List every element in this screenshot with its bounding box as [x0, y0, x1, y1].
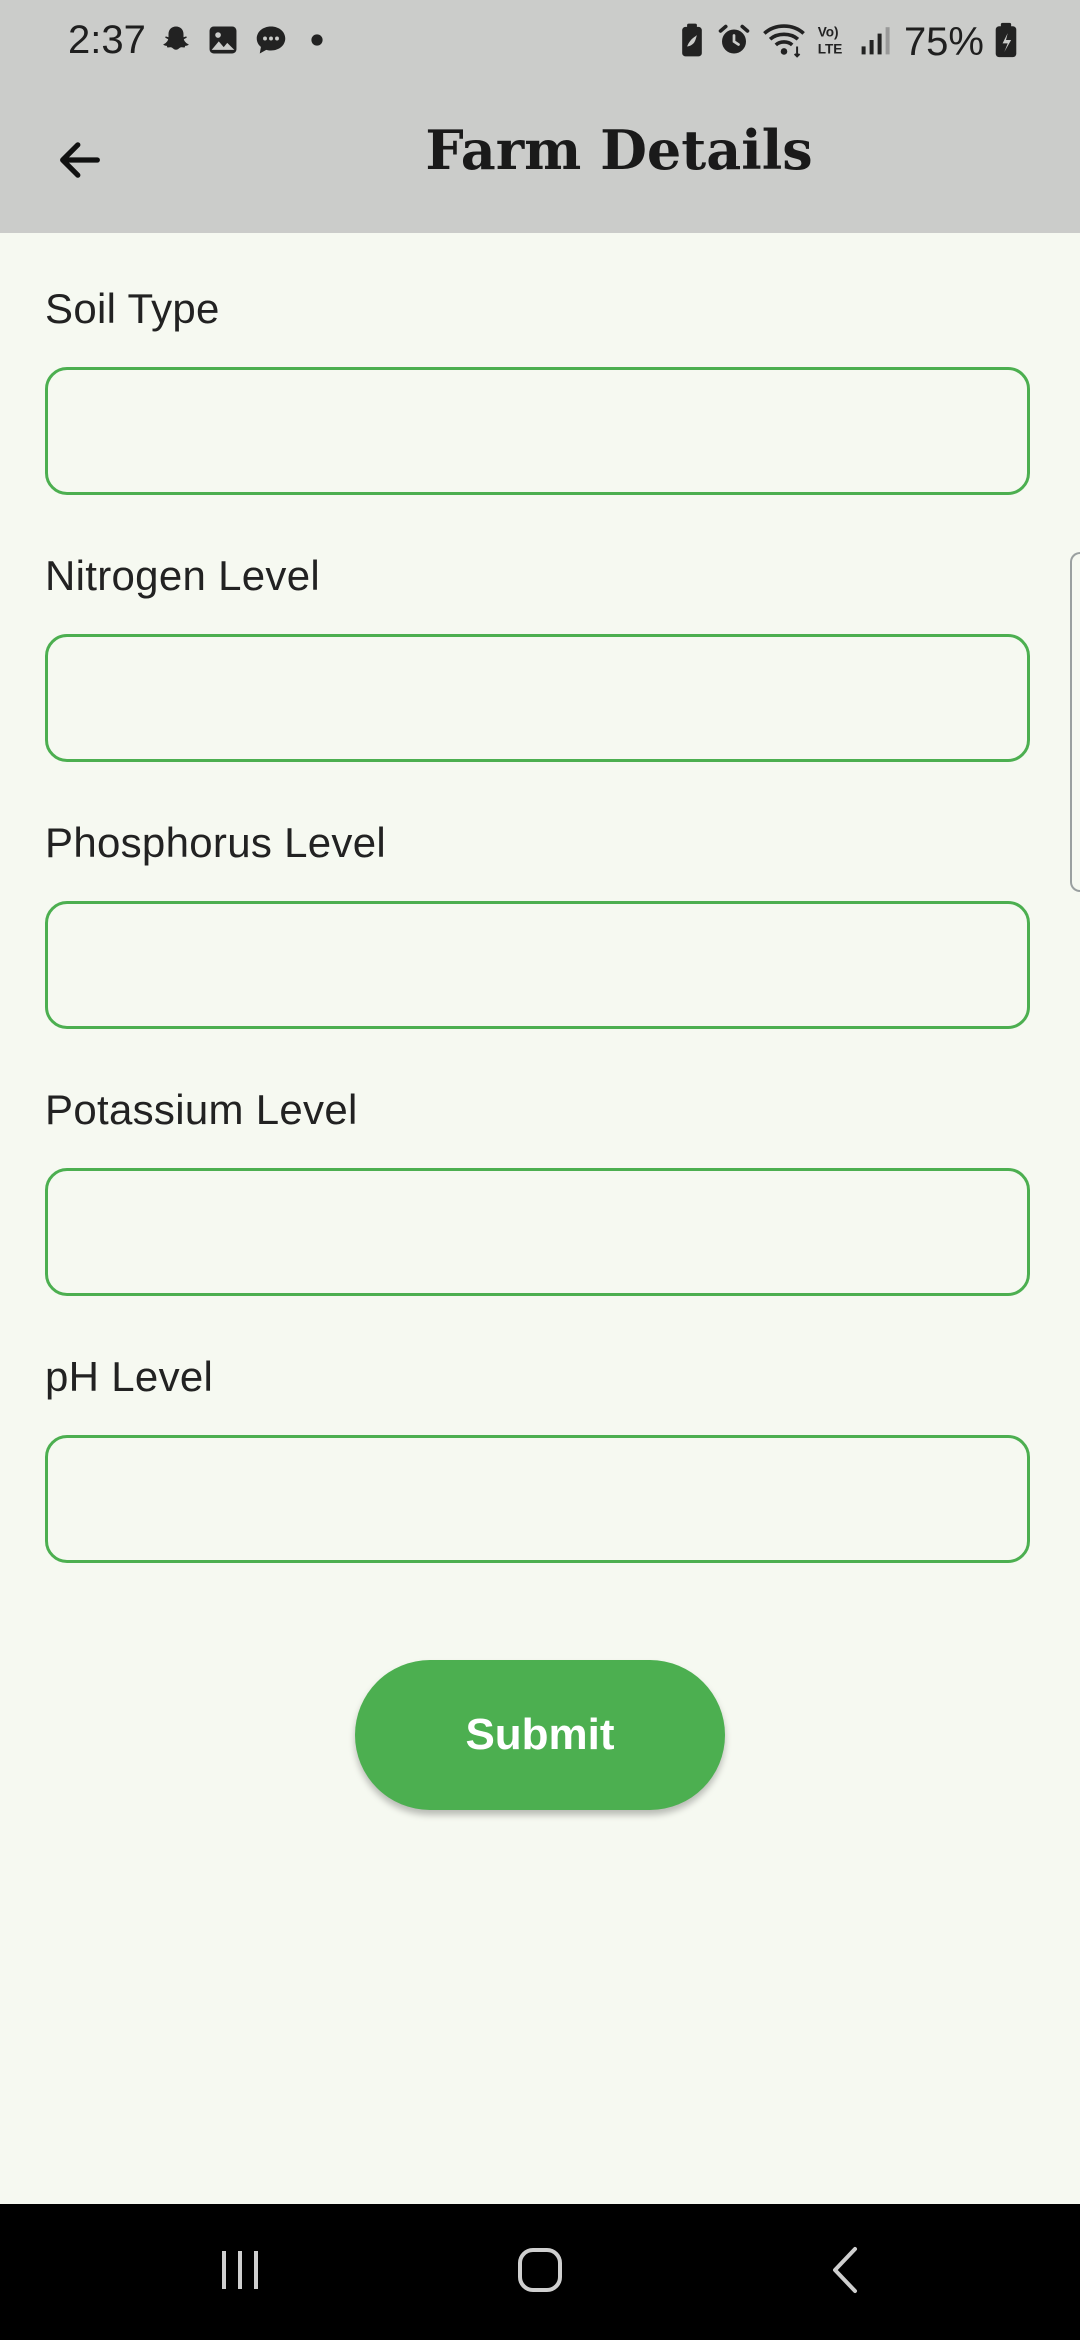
screen: 2:37 Vo) LTE 75% Farm Details Soil Type …: [0, 0, 1080, 2340]
ph-level-label: pH Level: [45, 1353, 214, 1400]
system-status-icons: Vo) LTE 75%: [678, 18, 1018, 66]
signal-icon: [860, 22, 892, 63]
home-icon: [515, 2245, 565, 2300]
recents-icon: [215, 2247, 265, 2298]
navigation-bar: [0, 2204, 1080, 2340]
potassium-level-label: Potassium Level: [45, 1086, 358, 1133]
soil-type-input[interactable]: [45, 367, 1030, 495]
notification-icons: [158, 22, 324, 62]
volte-icon: Vo) LTE: [816, 21, 850, 64]
potassium-level-input[interactable]: [45, 1168, 1030, 1296]
battery-icon: [994, 21, 1018, 64]
status-bar: 2:37 Vo) LTE 75%: [0, 0, 1080, 84]
svg-text:LTE: LTE: [818, 41, 843, 56]
dot-icon: [310, 33, 324, 52]
app-bar: Farm Details: [0, 84, 1080, 233]
phosphorus-level-input[interactable]: [45, 901, 1030, 1029]
status-time: 2:37: [68, 18, 146, 62]
back-icon: [825, 2244, 865, 2301]
message-icon: [252, 22, 290, 63]
recents-button[interactable]: [190, 2224, 290, 2320]
snapchat-icon: [158, 22, 194, 63]
scroll-indicator[interactable]: [1070, 552, 1080, 892]
home-button[interactable]: [490, 2224, 590, 2320]
ph-level-input[interactable]: [45, 1435, 1030, 1563]
wifi-icon: [762, 22, 806, 63]
nitrogen-level-label: Nitrogen Level: [45, 552, 321, 599]
nitrogen-level-input[interactable]: [45, 634, 1030, 762]
soil-type-label: Soil Type: [45, 285, 220, 332]
top-bar: 2:37 Vo) LTE 75% Farm Details: [0, 0, 1080, 233]
page-title: Farm Details: [425, 118, 813, 182]
gallery-icon: [206, 23, 240, 62]
phosphorus-level-label: Phosphorus Level: [45, 819, 387, 866]
battery-percent: 75%: [903, 19, 984, 64]
system-back-button[interactable]: [795, 2224, 895, 2320]
battery-saver-icon: [678, 22, 706, 63]
submit-button[interactable]: Submit: [355, 1660, 725, 1810]
alarm-icon: [716, 22, 752, 63]
svg-text:Vo): Vo): [818, 24, 839, 39]
